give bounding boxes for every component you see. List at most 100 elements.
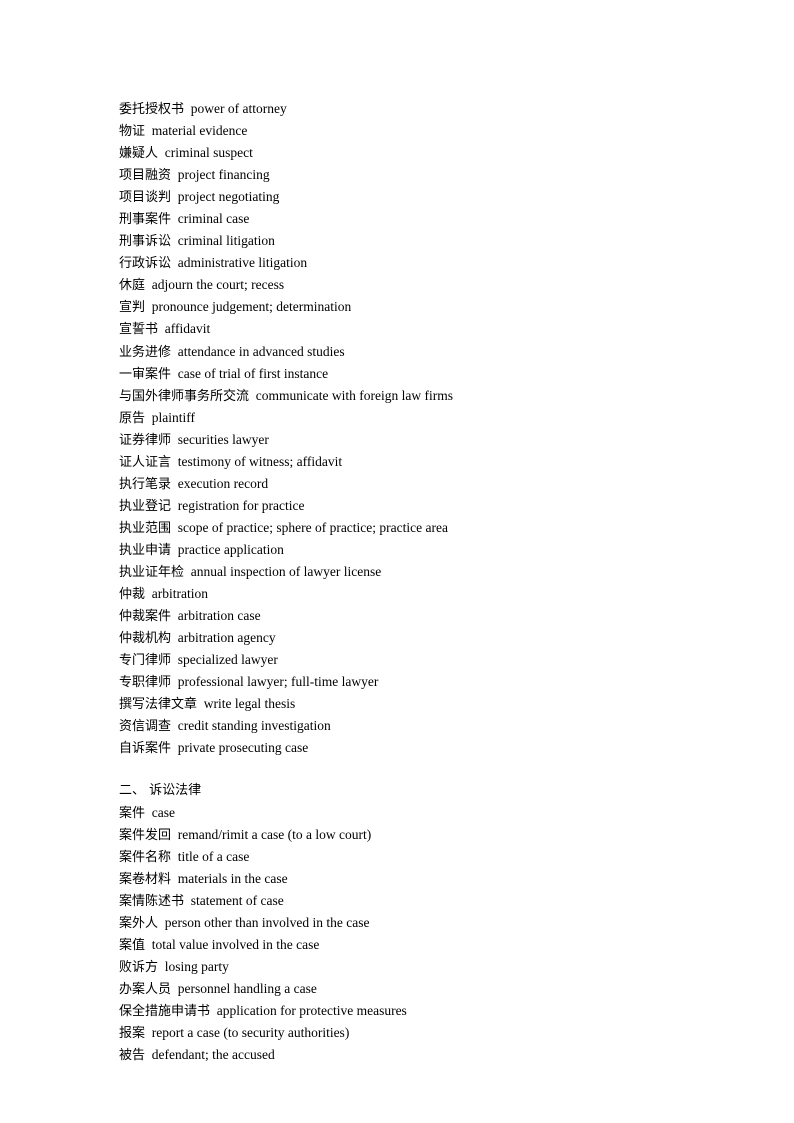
entry-definition: application for protective measures: [216, 1002, 407, 1018]
entry-definition: registration for practice: [177, 497, 305, 513]
glossary-entry: 仲裁 arbitration: [119, 583, 739, 605]
entry-term: 证券律师: [119, 432, 172, 448]
entry-separator: [171, 189, 178, 204]
glossary-entry: 一审案件 case of trial of first instance: [119, 363, 739, 385]
glossary-content: 委托授权书 power of attorney 物证 material evide…: [119, 98, 739, 1066]
glossary-entry: 项目谈判 project negotiating: [119, 186, 739, 208]
glossary-entry: 证券律师 securities lawyer: [119, 429, 739, 451]
glossary-entry: 案件 case: [119, 802, 739, 824]
glossary-entry: 委托授权书 power of attorney: [119, 98, 739, 120]
entry-definition: annual inspection of lawyer license: [190, 563, 382, 579]
entry-separator: [171, 849, 178, 864]
glossary-entry: 业务进修 attendance in advanced studies: [119, 341, 739, 363]
glossary-entry: 刑事案件 criminal case: [119, 208, 739, 230]
glossary-entry: 行政诉讼 administrative litigation: [119, 252, 739, 274]
entry-definition: securities lawyer: [177, 431, 269, 447]
entry-term: 行政诉讼: [119, 256, 172, 272]
entry-definition: remand/rimit a case (to a low court): [177, 826, 372, 842]
glossary-entry: 执业证年检 annual inspection of lawyer licens…: [119, 561, 739, 583]
entry-term: 刑事诉讼: [119, 234, 172, 250]
entry-definition: statement of case: [190, 892, 284, 908]
entry-definition: adjourn the court; recess: [151, 277, 285, 293]
entry-term: 专门律师: [119, 653, 172, 669]
glossary-entry: 宣誓书 affidavit: [119, 318, 739, 340]
entry-definition: affidavit: [164, 321, 211, 337]
entry-definition: communicate with foreign law firms: [255, 387, 453, 403]
entry-definition: execution record: [177, 475, 269, 491]
entry-definition: material evidence: [151, 123, 248, 139]
entry-separator: [171, 827, 178, 842]
entry-definition: power of attorney: [190, 101, 287, 116]
entry-term: 败诉方: [119, 959, 159, 975]
entry-term: 案值: [119, 937, 146, 953]
entry-term: 撰写法律文章: [119, 697, 198, 713]
entry-definition: case: [151, 804, 175, 820]
entry-term: 嫌疑人: [119, 146, 159, 162]
entry-separator: [171, 255, 178, 270]
entry-term: 宣誓书: [119, 322, 159, 338]
entry-term: 案件名称: [119, 849, 172, 865]
entry-separator: [145, 1025, 152, 1040]
glossary-entry: 与国外律师事务所交流 communicate with foreign law …: [119, 385, 739, 407]
entry-separator: [171, 652, 178, 667]
entry-definition: defendant; the accused: [151, 1047, 275, 1063]
glossary-entry: 报案 report a case (to security authoritie…: [119, 1022, 739, 1044]
entry-definition: credit standing investigation: [177, 718, 331, 734]
entry-term: 案情陈述书: [119, 893, 185, 909]
entry-term: 案外人: [119, 915, 159, 931]
entry-separator: [171, 608, 178, 623]
glossary-entry: 仲裁案件 arbitration case: [119, 605, 739, 627]
entry-separator: [171, 454, 178, 469]
entry-separator: [171, 718, 178, 733]
entry-term: 报案: [119, 1025, 146, 1041]
entry-definition: criminal suspect: [164, 145, 253, 161]
glossary-entry: 保全措施申请书 application for protective measu…: [119, 1000, 739, 1022]
entry-definition: private prosecuting case: [177, 740, 309, 756]
entry-term: 办案人员: [119, 981, 172, 997]
entry-term: 证人证言: [119, 454, 172, 470]
entry-term: 项目融资: [119, 168, 172, 184]
entry-term: 执业范围: [119, 520, 172, 536]
glossary-entry: 证人证言 testimony of witness; affidavit: [119, 451, 739, 473]
entry-definition: administrative litigation: [177, 255, 308, 271]
entry-term: 宣判: [119, 300, 146, 316]
entry-definition: arbitration agency: [177, 630, 276, 646]
entry-term: 原告: [119, 410, 146, 426]
entry-separator: [184, 564, 191, 579]
glossary-entry: 败诉方 losing party: [119, 956, 739, 978]
entry-separator: [171, 366, 178, 381]
glossary-entry: 原告 plaintiff: [119, 407, 739, 429]
entry-definition: title of a case: [177, 848, 250, 864]
glossary-entry: 执行笔录 execution record: [119, 473, 739, 495]
entry-separator: [171, 432, 178, 447]
entry-term: 专职律师: [119, 675, 172, 691]
entry-term: 执行笔录: [119, 476, 172, 492]
entry-term: 休庭: [119, 278, 146, 294]
glossary-entry: 资信调查 credit standing investigation: [119, 715, 739, 737]
entry-separator: [171, 740, 178, 755]
entry-term: 被告: [119, 1048, 146, 1064]
entry-definition: practice application: [177, 541, 284, 557]
entry-separator: [145, 805, 152, 820]
entry-separator: [145, 299, 152, 314]
entry-separator: [171, 542, 178, 557]
entry-term: 执业登记: [119, 498, 172, 514]
entry-term: 物证: [119, 124, 146, 140]
entry-definition: report a case (to security authorities): [151, 1024, 350, 1040]
entry-separator: [171, 520, 178, 535]
entry-term: 仲裁案件: [119, 609, 172, 625]
entry-definition: project negotiating: [177, 189, 280, 205]
entry-term: 案卷材料: [119, 871, 172, 887]
entry-definition: personnel handling a case: [177, 980, 317, 996]
glossary-entry: 嫌疑人 criminal suspect: [119, 142, 739, 164]
glossary-entry: 专门律师 specialized lawyer: [119, 649, 739, 671]
entry-separator: [171, 344, 178, 359]
entry-separator: [184, 893, 191, 908]
entry-term: 案件: [119, 805, 146, 821]
entry-separator: [210, 1003, 217, 1018]
glossary-entry: 案件名称 title of a case: [119, 846, 739, 868]
glossary-entry: 被告 defendant; the accused: [119, 1044, 739, 1066]
entry-definition: materials in the case: [177, 870, 288, 886]
glossary-entry: 刑事诉讼 criminal litigation: [119, 230, 739, 252]
